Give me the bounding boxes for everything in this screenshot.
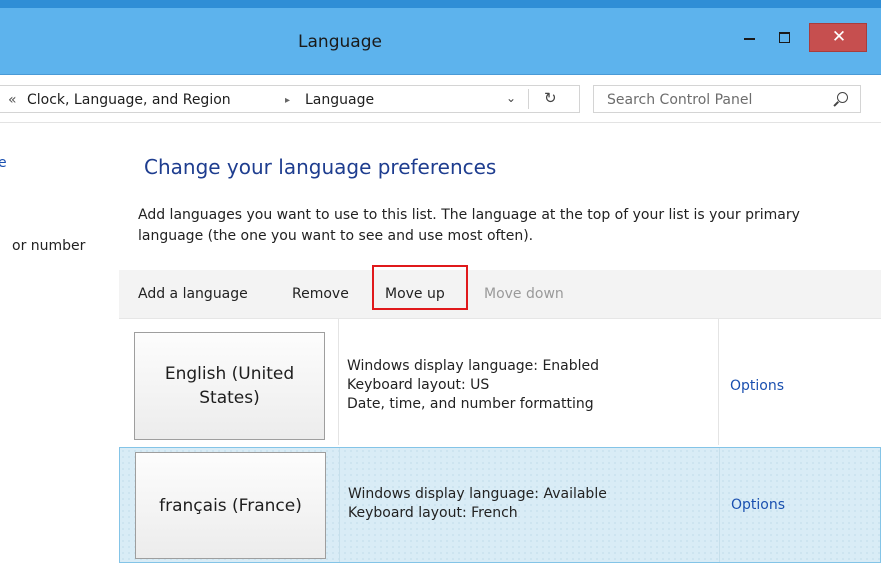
- search-placeholder: Search Control Panel: [607, 92, 753, 108]
- detail-display-language: Windows display language: Enabled: [347, 358, 600, 374]
- column-divider: [719, 448, 720, 562]
- address-dropdown-icon[interactable]: ⌄: [506, 91, 516, 105]
- left-nav-link[interactable]: e: [0, 155, 7, 171]
- address-bar-area: « Clock, Language, and Region ▸ Language…: [0, 75, 881, 123]
- window-title: Language: [298, 32, 382, 52]
- maximize-button[interactable]: [768, 23, 802, 52]
- options-link-english[interactable]: Options: [730, 378, 784, 394]
- breadcrumb-clock-language-region[interactable]: Clock, Language, and Region: [27, 92, 231, 108]
- left-nav: e or number: [0, 122, 120, 580]
- breadcrumb-separator-icon[interactable]: ▸: [285, 95, 290, 106]
- language-details: Windows display language: Available Keyb…: [348, 485, 607, 523]
- title-bar-top-edge: [0, 0, 881, 8]
- refresh-icon[interactable]: ↻: [544, 89, 557, 107]
- address-bar[interactable]: « Clock, Language, and Region ▸ Language…: [0, 85, 580, 113]
- remove-button[interactable]: Remove: [292, 286, 349, 302]
- search-icon[interactable]: [837, 92, 848, 103]
- language-toolbar: Add a language Remove Move up Move down: [119, 265, 881, 319]
- page-title: Change your language preferences: [144, 155, 497, 179]
- search-input[interactable]: Search Control Panel: [593, 85, 861, 113]
- detail-keyboard-layout: Keyboard layout: French: [348, 505, 518, 521]
- column-divider: [339, 448, 340, 562]
- language-details: Windows display language: Enabled Keyboa…: [347, 357, 599, 414]
- close-icon: ✕: [831, 27, 847, 47]
- move-down-button[interactable]: Move down: [484, 286, 564, 302]
- detail-display-language: Windows display language: Available: [348, 486, 607, 502]
- move-up-button[interactable]: Move up: [385, 286, 445, 302]
- language-tile-french[interactable]: français (France): [135, 452, 326, 559]
- detail-formatting: Date, time, and number formatting: [347, 396, 594, 412]
- detail-keyboard-layout: Keyboard layout: US: [347, 377, 490, 393]
- address-divider: [528, 89, 529, 109]
- page-description: Add languages you want to use to this li…: [138, 207, 800, 244]
- left-nav-link-number[interactable]: or number: [12, 238, 85, 254]
- language-row-french[interactable]: français (France) Windows display langua…: [119, 447, 881, 563]
- back-chevron-icon[interactable]: «: [8, 92, 17, 108]
- language-row-english[interactable]: English (United States) Windows display …: [119, 319, 881, 445]
- close-button[interactable]: ✕: [809, 23, 867, 52]
- title-bar: Language ✕: [0, 0, 881, 75]
- language-tile-english[interactable]: English (United States): [134, 332, 325, 440]
- breadcrumb-language[interactable]: Language: [305, 92, 374, 108]
- column-divider: [338, 319, 339, 445]
- add-language-button[interactable]: Add a language: [138, 286, 248, 302]
- minimize-button[interactable]: [732, 23, 766, 52]
- options-link-french[interactable]: Options: [731, 497, 785, 513]
- column-divider: [718, 319, 719, 445]
